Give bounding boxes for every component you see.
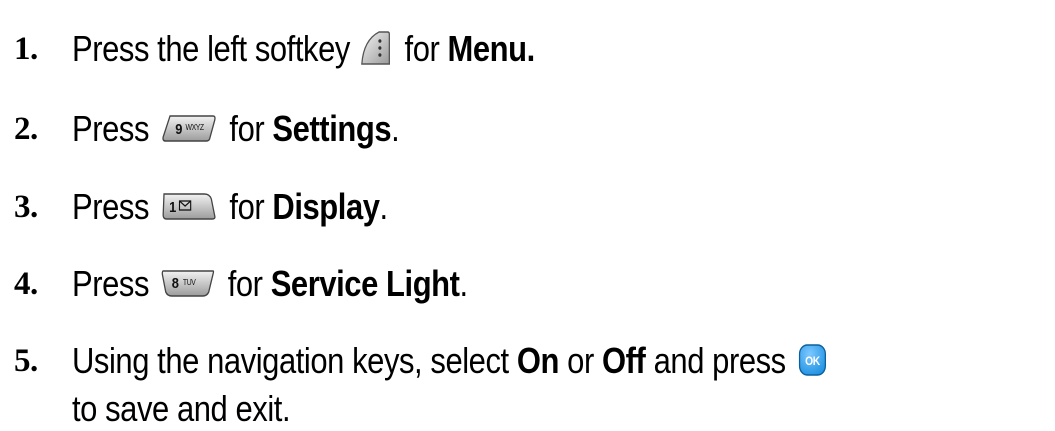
off-option-label: Off [602,340,646,381]
step-text: Press 1 for Display. [72,185,388,229]
step-text-after: for [219,263,271,304]
step-text-after: for [221,186,273,227]
svg-text:TUV: TUV [183,278,196,288]
step-text-before: Using the navigation keys, select [72,340,517,381]
step-number: 2. [14,111,38,147]
step-number: 1. [14,31,38,67]
step-number: 4. [14,266,38,302]
svg-text:1: 1 [169,199,176,216]
step-text-mid: or [559,340,603,381]
svg-text:9: 9 [175,121,182,138]
svg-text:WXYZ: WXYZ [185,123,204,133]
step-text-tail: . [391,108,400,149]
step-text-after: for [396,28,448,69]
service-light-label: Service Light [270,263,460,304]
display-label: Display [272,186,380,227]
step-text-after: for [221,108,273,149]
step-text-before: Press [72,108,149,149]
step-text-before: Press [72,263,149,304]
on-option-label: On [516,340,560,381]
step-text-after: and press [645,340,787,381]
menu-label: Menu. [447,28,536,69]
step-text: Press 8 TUV for Service Light. [72,262,468,306]
step-number: 3. [14,189,38,225]
svg-text:8: 8 [171,275,178,292]
step-text-tail: . [379,186,389,227]
step-text: Press 9 WXYZ for Settings. [72,107,400,151]
key-9-wxyz-icon: 9 WXYZ [161,113,216,143]
key-8-tuv-icon: 8 TUV [161,268,214,298]
step-text-before: Press the left softkey [72,28,350,69]
left-softkey-icon [360,30,391,66]
settings-label: Settings [272,108,392,149]
step-text: Using the navigation keys, select On or … [72,339,832,383]
key-1-voicemail-icon: 1 [161,191,216,221]
instruction-steps: 1. Press the left softkey for Menu. 2. P… [0,0,1055,429]
step-text-before: Press [72,186,149,227]
step-text: Press the left softkey for Menu. [72,27,535,71]
step-text-tail: . [459,263,469,304]
step-text-continuation: to save and exit. [72,388,291,429]
ok-key-icon: OK [798,343,827,377]
step-number: 5. [14,343,38,379]
svg-text:OK: OK [805,356,820,369]
